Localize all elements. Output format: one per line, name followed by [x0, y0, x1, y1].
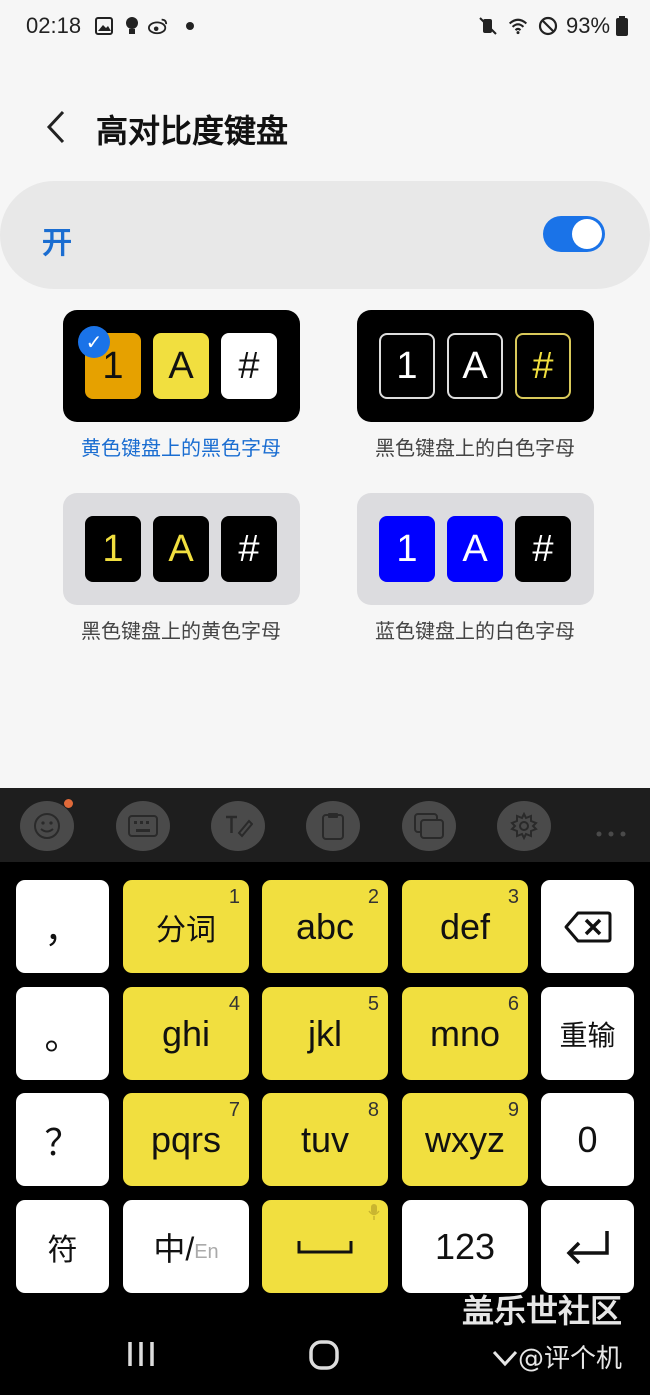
- back-button[interactable]: [36, 104, 76, 150]
- weibo-icon: [148, 16, 168, 36]
- key-wxyz[interactable]: wxyz 9: [402, 1093, 528, 1186]
- preview-key-a: A: [153, 333, 209, 399]
- key-fenci[interactable]: 分词 1: [123, 880, 249, 973]
- preview-key-a: A: [153, 516, 209, 582]
- preview-key-hash: #: [221, 333, 277, 399]
- preview-key-a: A: [447, 516, 503, 582]
- mute-vibrate-icon: [478, 16, 498, 36]
- preview-key-1: 1: [379, 333, 435, 399]
- page-title: 高对比度键盘: [96, 112, 289, 150]
- status-time: 02:18: [26, 13, 82, 38]
- key-symbols[interactable]: 符: [16, 1200, 109, 1293]
- key-jkl[interactable]: jkl 5: [262, 987, 388, 1080]
- chevron-down-icon: [492, 1344, 518, 1374]
- key-backspace[interactable]: [541, 880, 634, 973]
- notification-dot-icon: [180, 16, 200, 36]
- key-enter[interactable]: [541, 1200, 634, 1293]
- battery-percentage: 93%: [566, 13, 611, 38]
- master-switch[interactable]: [543, 216, 605, 252]
- backspace-icon: [564, 911, 611, 942]
- keyboard-icon[interactable]: [116, 801, 170, 851]
- toggle-label: 开: [42, 226, 72, 261]
- preview-key-1: 1: [85, 516, 141, 582]
- key-ghi[interactable]: ghi 4: [123, 987, 249, 1080]
- check-icon: ✓: [78, 326, 110, 358]
- switch-knob: [572, 219, 602, 249]
- space-icon: [297, 1240, 353, 1253]
- wifi-icon: [508, 16, 528, 36]
- preview-key-a: A: [447, 333, 503, 399]
- key-question[interactable]: ？: [16, 1093, 109, 1186]
- settings-icon[interactable]: [497, 801, 551, 851]
- key-language-switch[interactable]: 中/En: [123, 1200, 249, 1293]
- enter-icon: [566, 1230, 609, 1264]
- option-label-white-on-blue: 蓝色键盘上的白色字母: [375, 619, 575, 643]
- gallery-icon: [94, 16, 114, 36]
- option-label-black-on-yellow: 黄色键盘上的黑色字母: [81, 436, 281, 460]
- clipboard-icon[interactable]: [306, 801, 360, 851]
- key-abc[interactable]: abc 2: [262, 880, 388, 973]
- more-icon[interactable]: [596, 822, 626, 837]
- home-icon: [309, 1340, 339, 1370]
- key-space[interactable]: [262, 1200, 388, 1293]
- key-pqrs[interactable]: pqrs 7: [123, 1093, 249, 1186]
- option-white-on-blue[interactable]: 1 A #: [357, 493, 594, 605]
- preview-key-hash: #: [515, 516, 571, 582]
- watermark-author: @评个机: [492, 1338, 622, 1375]
- key-comma[interactable]: ，: [16, 880, 109, 973]
- preview-key-hash: #: [515, 333, 571, 399]
- key-period[interactable]: 。: [16, 987, 109, 1080]
- battery-icon: [612, 16, 632, 36]
- key-def[interactable]: def 3: [402, 880, 528, 973]
- watermark-community: 盖乐世社区: [462, 1292, 623, 1330]
- recents-icon: [128, 1342, 154, 1366]
- key-reinput[interactable]: 重输: [541, 987, 634, 1080]
- do-not-disturb-icon: [538, 16, 558, 36]
- one-handed-icon[interactable]: [402, 801, 456, 851]
- lightbulb-icon: [122, 16, 142, 36]
- key-tuv[interactable]: tuv 8: [262, 1093, 388, 1186]
- option-yellow-on-black[interactable]: 1 A #: [63, 493, 300, 605]
- option-white-on-black[interactable]: 1 A #: [357, 310, 594, 422]
- emoji-icon[interactable]: [20, 801, 74, 851]
- recents-button[interactable]: [126, 1340, 156, 1368]
- handwriting-icon[interactable]: [211, 801, 265, 851]
- home-button[interactable]: [308, 1339, 340, 1371]
- key-mno[interactable]: mno 6: [402, 987, 528, 1080]
- microphone-icon: [368, 1204, 380, 1220]
- option-label-yellow-on-black: 黑色键盘上的黄色字母: [81, 619, 281, 643]
- key-numeric[interactable]: 123: [402, 1200, 528, 1293]
- key-zero[interactable]: 0: [541, 1093, 634, 1186]
- preview-key-hash: #: [221, 516, 277, 582]
- option-label-white-on-black: 黑色键盘上的白色字母: [375, 436, 575, 460]
- chevron-left-icon: [46, 110, 65, 144]
- new-badge-dot: [64, 799, 73, 808]
- preview-key-1: 1: [379, 516, 435, 582]
